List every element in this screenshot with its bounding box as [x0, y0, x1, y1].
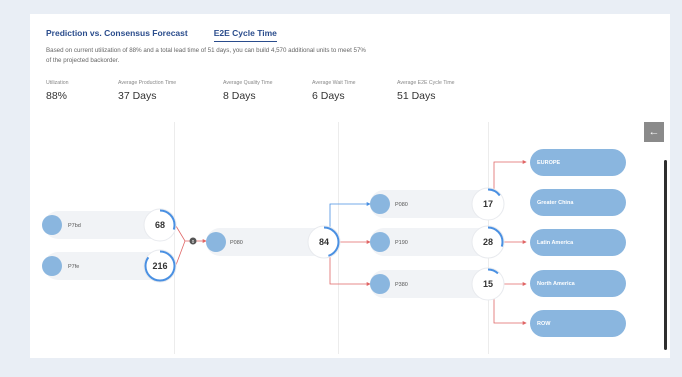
region-europe[interactable]: EUROPE [530, 149, 626, 176]
flow-link [175, 240, 186, 266]
node-value: 17 [483, 199, 493, 209]
cycle-time-card: Prediction vs. Consensus Forecast E2E Cy… [30, 14, 670, 358]
node-value: 84 [319, 237, 329, 247]
node-label: P7fe [68, 264, 79, 270]
node-label: P380 [395, 282, 408, 288]
region-row[interactable]: ROW [530, 310, 626, 337]
node-value: 15 [483, 279, 493, 289]
region-north-america[interactable]: North America [530, 270, 626, 297]
node-label: P080 [230, 240, 243, 246]
region-greater-china[interactable]: Greater China [530, 189, 626, 216]
middle-node-p080[interactable]: P080 84 [206, 225, 341, 259]
node-label: P190 [395, 240, 408, 246]
region-latin-america[interactable]: Latin America [530, 229, 626, 256]
region-label: Greater China [537, 200, 574, 206]
back-arrow-icon[interactable]: ← [644, 122, 664, 142]
region-label: EUROPE [537, 160, 561, 166]
node-label: P7bd [68, 223, 81, 229]
node-label: P080 [395, 202, 408, 208]
region-label: ROW [537, 321, 551, 327]
region-label: North America [537, 281, 576, 287]
region-label: Latin America [537, 240, 574, 246]
source-node-p7bd[interactable]: P7bd 68 [42, 208, 177, 242]
supply-flow-diagram: P7bd 68 P7fe 216 0 P080 84 P080 17 P190 … [42, 149, 626, 337]
flow-link [175, 225, 192, 242]
vertical-scrollbar[interactable] [664, 160, 667, 350]
plant-node-p080[interactable]: P080 17 [370, 187, 505, 221]
plant-node-p380[interactable]: P380 15 [370, 267, 505, 301]
node-value: 68 [155, 220, 165, 230]
plant-node-p190[interactable]: P190 28 [370, 225, 505, 259]
node-value: 28 [483, 237, 493, 247]
node-value: 216 [152, 261, 167, 271]
junction-node: 0 [189, 237, 197, 245]
source-node-p7fe[interactable]: P7fe 216 [42, 249, 177, 283]
